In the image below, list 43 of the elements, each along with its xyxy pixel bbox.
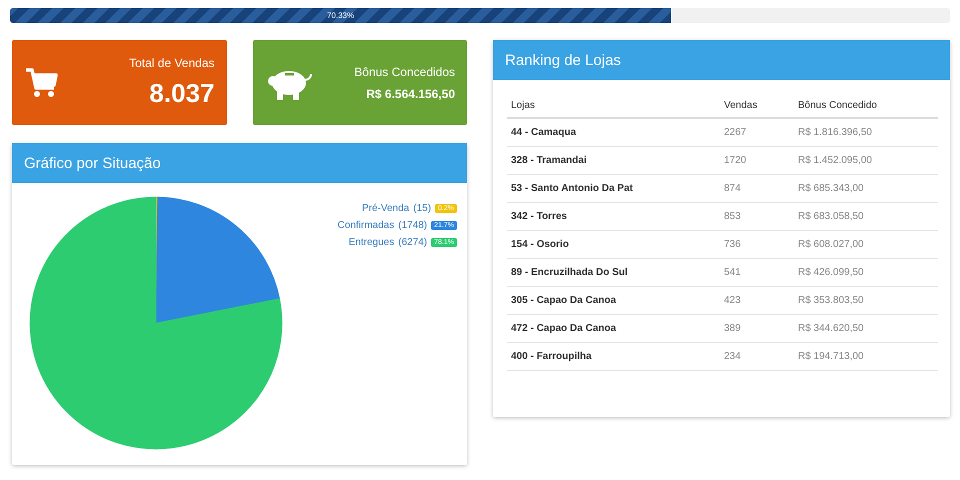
table-cell: R$ 194.713,00 [794,342,938,370]
table-cell: 541 [720,258,794,286]
table-cell: 400 - Farroupilha [507,342,720,370]
panel-title: Ranking de Lojas [493,40,950,80]
table-cell: 305 - Capao Da Canoa [507,286,720,314]
legend-count: (6274) [398,237,428,248]
table-cell: R$ 426.099,50 [794,258,938,286]
table-cell: 389 [720,314,794,342]
legend-label: Confirmadas [338,220,394,231]
table-cell: 328 - Tramandai [507,146,720,174]
stat-title: Total de Vendas [129,56,214,70]
table-cell: 853 [720,202,794,230]
table-cell: 874 [720,174,794,202]
table-cell: R$ 608.027,00 [794,230,938,258]
table-cell: R$ 685.343,00 [794,174,938,202]
table-cell: R$ 1.452.095,00 [794,146,938,174]
stat-value: R$ 6.564.156,50 [366,86,455,100]
table-cell: 44 - Camaqua [507,118,720,146]
table-cell: R$ 683.058,50 [794,202,938,230]
table-cell: 1720 [720,146,794,174]
table-cell: R$ 1.816.396,50 [794,118,938,146]
table-cell: R$ 353.803,50 [794,286,938,314]
table-cell: 736 [720,230,794,258]
legend-label: Entregues [348,237,394,248]
table-cell: 234 [720,342,794,370]
legend-count: (15) [413,203,432,214]
table-cell: 154 - Osorio [507,230,720,258]
column-header: Vendas [720,94,794,118]
progress-label: 70.33% [326,11,354,20]
stat-value: 8.037 [149,78,214,109]
stat-title: Bônus Concedidos [354,64,455,78]
panel-title: Gráfico por Situação [12,143,467,183]
legend-count: (1748) [398,220,428,231]
table-cell: 2267 [720,118,794,146]
table-cell: 342 - Torres [507,202,720,230]
column-header: Lojas [507,94,720,118]
table-cell: 423 [720,286,794,314]
table-cell: R$ 344.620,50 [794,314,938,342]
table-cell: 53 - Santo Antonio Da Pat [507,174,720,202]
table-cell: 472 - Capao Da Canoa [507,314,720,342]
column-header: Bônus Concedido [794,94,938,118]
legend-label: Pré-Venda [362,203,410,214]
table-cell: 89 - Encruzilhada Do Sul [507,258,720,286]
